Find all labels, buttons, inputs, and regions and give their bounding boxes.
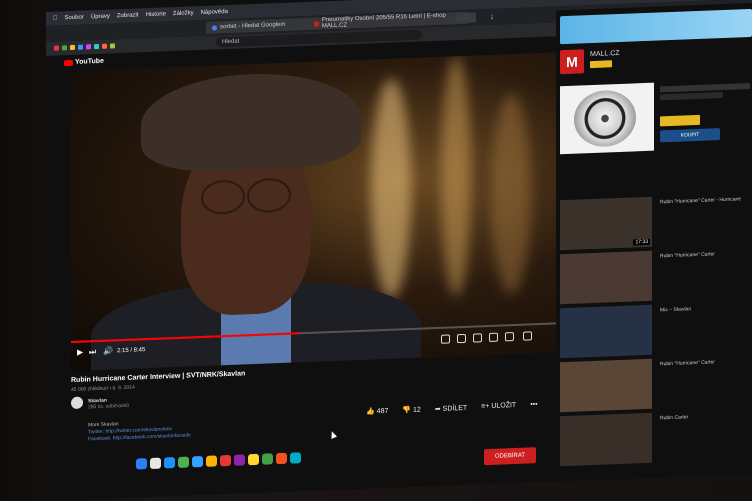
mac-dock	[136, 452, 301, 472]
settings-gear-icon[interactable]	[473, 333, 482, 343]
finder-icon[interactable]	[136, 458, 147, 470]
next-icon[interactable]: ⏭	[89, 347, 96, 357]
menu-zobrazit[interactable]: Zobrazit	[117, 12, 139, 19]
google-icon	[212, 24, 217, 31]
miniplayer-icon[interactable]	[489, 332, 498, 342]
recommendation-thumbnail[interactable]	[560, 358, 652, 413]
bookmark-icon[interactable]	[102, 43, 107, 49]
bookmark-icon[interactable]	[54, 45, 59, 51]
mall-logo[interactable]: M	[560, 49, 584, 75]
launchpad-icon[interactable]	[150, 457, 161, 470]
recommendation-title[interactable]: Rubin "Hurricane" Carter - Hurricane	[660, 195, 750, 206]
recommendation-title[interactable]: Mix – Skavlan	[660, 303, 750, 314]
person-hat	[141, 69, 361, 174]
app-icon[interactable]	[276, 452, 287, 465]
menu-upravy[interactable]: Úpravy	[91, 14, 110, 21]
dislike-button[interactable]: 👎 12	[402, 406, 420, 415]
bookmark-icon[interactable]	[110, 43, 115, 49]
mail-icon[interactable]	[192, 455, 203, 468]
autoplay-toggle[interactable]	[441, 334, 450, 344]
download-icon[interactable]: ↓	[490, 12, 498, 22]
play-icon[interactable]: ▶	[77, 348, 83, 357]
video-meta: 45 000 zhlédnutí • 6. 9. 2014	[71, 384, 135, 394]
photos-icon[interactable]	[206, 455, 217, 467]
video-duration: 17:33	[633, 238, 650, 246]
subscribe-button[interactable]: ODEBÍRAT	[484, 447, 536, 466]
ad-badge	[590, 60, 612, 69]
channel-avatar[interactable]	[71, 396, 83, 410]
channel-info[interactable]: Skavlan 285 tis. odběratelů	[88, 397, 129, 411]
background-light	[371, 77, 411, 300]
thumbs-down-icon: 👎	[402, 406, 412, 415]
bookmark-icon[interactable]	[70, 44, 75, 51]
video-player[interactable]: ▶ ⏭ 🔊 2:15 / 8:45	[71, 52, 556, 372]
recommendation-thumbnail[interactable]	[560, 250, 652, 305]
ad-thumbnail[interactable]	[560, 82, 654, 155]
like-button[interactable]: 👍 487	[366, 407, 388, 416]
bookmark-icon[interactable]	[78, 44, 83, 50]
mouse-cursor-icon	[328, 430, 338, 439]
time-display: 2:15 / 8:45	[117, 347, 146, 355]
recommendation-thumbnail[interactable]	[560, 304, 652, 359]
menu-historie[interactable]: Historie	[146, 11, 166, 18]
subtitles-icon[interactable]	[457, 333, 466, 344]
messages-icon[interactable]	[178, 456, 189, 468]
calendar-icon[interactable]	[220, 454, 231, 467]
more-button[interactable]: •••	[530, 401, 537, 409]
playlist-add-icon: ≡+	[481, 402, 490, 411]
app-icon[interactable]	[290, 452, 301, 464]
bookmark-icon[interactable]	[86, 44, 91, 50]
video-description: More Skavlan Twitter: http://twitter.com…	[88, 418, 191, 443]
apple-icon[interactable]: 	[53, 16, 58, 22]
ad-text: KOUPIT	[660, 81, 750, 143]
safari-icon[interactable]	[164, 457, 175, 469]
music-icon[interactable]	[234, 454, 245, 466]
notes-icon[interactable]	[248, 453, 259, 466]
wheel-image	[574, 89, 636, 148]
thumbs-up-icon: 👍	[366, 408, 375, 416]
channel-subscribers: 285 tis. odběratelů	[88, 402, 130, 411]
screen:  Soubor Úpravy Zobrazit Historie Záložk…	[46, 0, 752, 501]
background-light	[491, 93, 531, 295]
share-icon: ➦	[434, 405, 441, 414]
video-actions: 👍 487 👎 12 ➦ SDÍLET ≡+ ULOŽIT •••	[366, 401, 538, 416]
recommendations-sidebar: M MALL.CZ KOUPIT 17:33 Rubin "Hurricane"…	[556, 2, 752, 491]
theater-mode-icon[interactable]	[505, 332, 514, 342]
menu-soubor[interactable]: Soubor	[65, 15, 84, 22]
volume-icon[interactable]: 🔊	[103, 346, 113, 355]
recommendation-title[interactable]: Rubin "Hurricane" Carter	[660, 249, 750, 260]
video-title: Rubin Hurricane Carter Interview | SVT/N…	[71, 370, 246, 385]
recommendation-title[interactable]: Rubin Carter	[660, 411, 750, 422]
youtube-play-icon	[64, 59, 73, 66]
menu-napoveda[interactable]: Nápověda	[201, 9, 228, 16]
search-icon[interactable]	[456, 12, 476, 24]
mall-tab-icon	[314, 21, 319, 27]
advertiser-name[interactable]: MALL.CZ	[590, 50, 620, 58]
bookmark-icon[interactable]	[94, 43, 99, 50]
youtube-logo[interactable]: YouTube	[64, 58, 104, 67]
recommendation-title[interactable]: Rubin "Hurricane" Carter	[660, 357, 750, 368]
fullscreen-icon[interactable]	[523, 331, 532, 341]
menu-zalozky[interactable]: Záložky	[173, 10, 194, 17]
recommendation-thumbnail[interactable]: 17:33	[560, 196, 652, 251]
recommendation-thumbnail[interactable]	[560, 412, 652, 467]
background-light	[441, 55, 471, 297]
ad-buy-button[interactable]: KOUPIT	[660, 128, 720, 143]
ad-banner[interactable]	[560, 8, 752, 45]
facetime-icon[interactable]	[262, 453, 273, 465]
bookmark-icon[interactable]	[62, 45, 67, 51]
share-button[interactable]: ➦ SDÍLET	[435, 404, 467, 413]
save-button[interactable]: ≡+ ULOŽIT	[481, 402, 516, 411]
